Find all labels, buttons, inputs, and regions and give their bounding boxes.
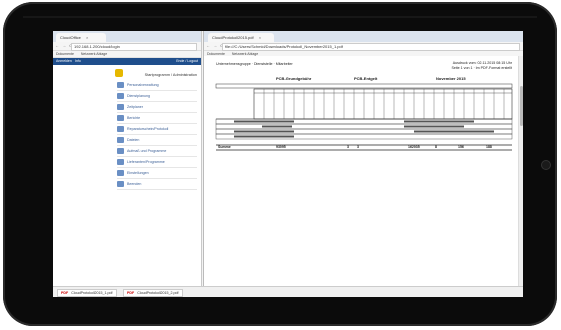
sum-value: 8 (435, 145, 437, 149)
pdf-browser-tab[interactable]: CloudProtokoll2015.pdf × (208, 33, 274, 42)
sum-value: 3 (357, 145, 359, 149)
folder-icon (117, 137, 124, 144)
calendar-icon (117, 93, 124, 100)
url-input[interactable]: file:///C:/Users/Schmid/Downloads/Protok… (222, 43, 520, 51)
tablet-frame: CloudOffice × ← → C 192.168.1.200/cloud/… (3, 2, 557, 326)
close-icon[interactable]: × (259, 35, 261, 40)
logout-link[interactable]: Ende / Logout (176, 58, 198, 65)
download-item[interactable]: PDF CloudProtokoll2015_2.pdf (123, 289, 183, 297)
menu-item-personalverwaltung[interactable]: Personalverwaltung (117, 81, 197, 91)
bookmark-item[interactable]: Netzwerk Ablage (81, 52, 107, 56)
bookmark-item[interactable]: Dokumente (56, 52, 74, 56)
scrollbar-thumb[interactable] (520, 86, 523, 126)
gear-icon (117, 170, 124, 177)
download-item[interactable]: PDF CloudProtokoll2015_1.pdf (57, 289, 117, 297)
tablet-home-button[interactable] (541, 160, 551, 170)
menu-item-label: Lieferanten/Programme (127, 160, 165, 164)
sum-value: 3 (347, 145, 349, 149)
left-tab-bar: CloudOffice × (53, 31, 201, 42)
menu-item-berichte[interactable]: Berichte (117, 114, 197, 124)
downloads-bar: PDF CloudProtokoll2015_1.pdf PDF CloudPr… (53, 286, 523, 297)
left-tab-label: CloudOffice (60, 35, 81, 40)
right-browser-window: CloudProtokoll2015.pdf × ← → C file:///C… (203, 31, 523, 287)
info-link[interactable]: Info (75, 58, 81, 65)
menu-item-einstellungen[interactable]: Einstellungen (117, 169, 197, 179)
left-browser-tab[interactable]: CloudOffice × (56, 33, 106, 42)
download-filename: CloudProtokoll2015_2.pdf (137, 291, 179, 295)
left-browser-window: CloudOffice × ← → C 192.168.1.200/cloud/… (53, 31, 202, 297)
sum-label: Summe (218, 145, 231, 149)
ruler-icon (117, 148, 124, 155)
menu-item-label: Reparaturschein/Protokoll (127, 127, 169, 131)
left-bookmarks-bar: Dokumente Netzwerk Ablage (53, 51, 201, 58)
right-tab-bar: CloudProtokoll2015.pdf × (204, 31, 523, 42)
menu-item-label: Beenden (127, 182, 142, 186)
sum-value: 93095 (276, 145, 286, 149)
menu-item-label: Berichte (127, 116, 141, 120)
menu-item-label: Dateien (127, 138, 140, 142)
pdf-scrollbar[interactable] (518, 56, 523, 287)
menu-item-label: Personalverwaltung (127, 83, 159, 87)
menu-item-label: Einstellungen (127, 171, 149, 175)
download-filename: CloudProtokoll2015_1.pdf (71, 291, 113, 295)
right-address-bar: ← → C file:///C:/Users/Schmid/Downloads/… (204, 42, 523, 51)
menu-item-zeitplaner[interactable]: Zeitplaner (117, 103, 197, 113)
truck-icon (117, 159, 124, 166)
sum-value: 188 (486, 145, 492, 149)
exit-icon (117, 181, 124, 188)
menu-item-label: Aufmaß und Programme (127, 149, 167, 153)
menu-item-dienstplanung[interactable]: Dienstplanung (117, 92, 197, 102)
menu-item-label: Dienstplanung (127, 94, 150, 98)
close-icon[interactable]: × (86, 35, 88, 40)
url-input[interactable]: 192.168.1.200/cloud/login (71, 43, 197, 51)
tablet-screen: CloudOffice × ← → C 192.168.1.200/cloud/… (53, 31, 523, 297)
app-header-bar: Anmelden Info Ende / Logout (53, 58, 201, 65)
menu-item-beenden[interactable]: Beenden (117, 180, 197, 190)
clock-icon (117, 104, 124, 111)
report-icon (117, 115, 124, 122)
people-icon (117, 82, 124, 89)
app-title: Startprogramm / Administration (144, 73, 197, 77)
pdf-file-icon: PDF (127, 291, 135, 295)
menu-item-reparaturschein[interactable]: Reparaturschein/Protokoll (117, 125, 197, 135)
sum-value: 156 (458, 145, 464, 149)
menu-item-dateien[interactable]: Dateien (117, 136, 197, 146)
menu-item-label: Zeitplaner (127, 105, 143, 109)
menu-item-aufmass[interactable]: Aufmaß und Programme (117, 147, 197, 157)
pdf-table (215, 83, 513, 151)
wrench-icon (117, 126, 124, 133)
pdf-tab-label: CloudProtokoll2015.pdf (212, 35, 254, 40)
left-address-bar: ← → C 192.168.1.200/cloud/login (53, 42, 201, 51)
pdf-file-icon: PDF (61, 291, 69, 295)
menu-item-lieferanten[interactable]: Lieferanten/Programme (117, 158, 197, 168)
login-link[interactable]: Anmelden (56, 58, 72, 65)
sum-value: 162035 (408, 145, 420, 149)
pdf-document: Unternehmensgruppe · Dienststelle · Mita… (204, 56, 523, 287)
